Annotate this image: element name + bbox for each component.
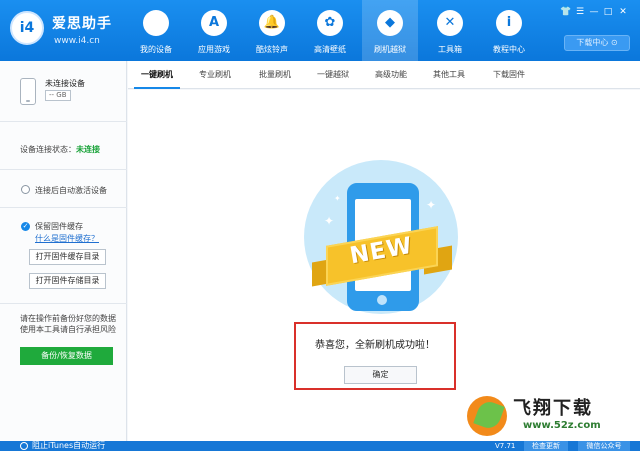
firmware-cache-help-link[interactable]: 什么是固件缓存？: [35, 233, 99, 244]
check-update-button[interactable]: 检查更新: [524, 441, 568, 451]
nav-label: 应用游戏: [198, 45, 230, 54]
nav-label: 我的设备: [140, 45, 172, 54]
watermark-title: 飞翔下载: [513, 398, 593, 419]
tab-batch-flash[interactable]: 批量刷机: [250, 61, 300, 89]
apple-icon: [143, 10, 169, 36]
divider: [0, 303, 127, 304]
nav-label: 刷机越狱: [374, 45, 406, 54]
info-icon: i: [496, 10, 522, 36]
nav-tutorials[interactable]: i 教程中心: [481, 0, 537, 61]
maximize-icon[interactable]: □: [602, 7, 614, 17]
divider: [0, 207, 127, 208]
nav-apps[interactable]: A 应用游戏: [186, 0, 242, 61]
watermark: 飞翔下载 www.52z.com: [465, 390, 635, 440]
sparkle-icon: ✦: [324, 214, 335, 228]
status-bar: 阻止iTunes自动运行 V7.71 检查更新 微信公众号: [0, 441, 640, 451]
open-cache-dir-button[interactable]: 打开固件缓存目录: [29, 249, 106, 265]
flower-icon: ✿: [317, 10, 343, 36]
app-url: www.i4.cn: [54, 36, 100, 46]
nav-label: 教程中心: [493, 45, 525, 54]
download-center-button[interactable]: 下载中心 ⊙: [564, 35, 630, 51]
keep-firmware-check[interactable]: ✓: [21, 222, 30, 231]
wrench-icon: ✕: [437, 10, 463, 36]
tab-download-firmware[interactable]: 下载固件: [484, 61, 534, 89]
keep-firmware-label[interactable]: 保留固件缓存: [35, 221, 83, 232]
backup-restore-button[interactable]: 备份/恢复数据: [20, 347, 113, 365]
tab-pro-flash[interactable]: 专业刷机: [190, 61, 240, 89]
bell-icon: 🔔: [259, 10, 285, 36]
device-capacity-badge: -- GB: [45, 90, 71, 101]
nav-label: 高清壁纸: [314, 45, 346, 54]
block-itunes-radio[interactable]: [20, 442, 28, 450]
tab-other-tools[interactable]: 其他工具: [424, 61, 474, 89]
success-message: 恭喜您，全新刷机成功啦！: [315, 340, 435, 351]
version-label: V7.71: [495, 442, 516, 450]
watermark-url: www.52z.com: [523, 420, 601, 431]
sidebar: 未连接设备 -- GB 设备连接状态： 未连接 连接后自动激活设备 ✓ 保留固件…: [0, 61, 127, 441]
logo-text: i4: [19, 20, 35, 36]
backup-warning: 请在操作前备份好您的数据使用本工具请自行承担风险: [20, 314, 116, 334]
nav-my-device[interactable]: 我的设备: [128, 0, 184, 61]
nav-label: 工具箱: [438, 45, 462, 54]
ok-button[interactable]: 确定: [344, 366, 417, 384]
main-panel: ✦ ✦ ✦ NEW 恭喜您，全新刷机成功啦！ 确定: [128, 90, 640, 441]
divider: [0, 169, 127, 170]
tab-one-click-flash[interactable]: 一键刷机: [134, 61, 180, 89]
divider: [0, 121, 127, 122]
dropbox-icon: ◆: [377, 10, 403, 36]
open-storage-dir-button[interactable]: 打开固件存储目录: [29, 273, 106, 289]
nav-toolbox[interactable]: ✕ 工具箱: [422, 0, 478, 61]
auto-activate-label[interactable]: 连接后自动激活设备: [35, 185, 107, 196]
sparkle-icon: ✦: [334, 194, 341, 203]
auto-activate-radio[interactable]: [21, 185, 30, 194]
connection-status-label: 设备连接状态：: [20, 145, 76, 154]
nav-wallpapers[interactable]: ✿ 高清壁纸: [302, 0, 358, 61]
wechat-button[interactable]: 微信公众号: [578, 441, 630, 451]
device-name: 未连接设备: [45, 79, 85, 88]
block-itunes-label[interactable]: 阻止iTunes自动运行: [32, 441, 105, 451]
nav-flash-jailbreak[interactable]: ◆ 刷机越狱: [362, 0, 418, 61]
app-store-icon: A: [201, 10, 227, 36]
tab-one-click-jailbreak[interactable]: 一键越狱: [308, 61, 358, 89]
home-button: [377, 295, 387, 305]
skin-icon[interactable]: 👕: [560, 7, 572, 17]
tab-bar: 一键刷机 专业刷机 批量刷机 一键越狱 高级功能 其他工具 下载固件: [128, 61, 640, 89]
nav-ringtones[interactable]: 🔔 酷炫铃声: [244, 0, 300, 61]
i4-logo: i4: [10, 11, 44, 45]
sparkle-icon: ✦: [426, 198, 437, 212]
top-bar: i4 爱思助手 www.i4.cn 我的设备 A 应用游戏 🔔 酷炫铃声 ✿ 高…: [0, 0, 640, 61]
menu-icon[interactable]: ☰: [574, 7, 586, 17]
close-icon[interactable]: ✕: [617, 7, 629, 17]
app-brand: 爱思助手: [52, 16, 112, 32]
connection-status-value: 未连接: [76, 145, 100, 154]
success-dialog: 恭喜您，全新刷机成功啦！ 确定: [294, 322, 456, 390]
nav-label: 酷炫铃声: [256, 45, 288, 54]
phone-icon: [20, 78, 36, 105]
minimize-icon[interactable]: —: [588, 7, 600, 17]
tab-advanced[interactable]: 高级功能: [366, 61, 416, 89]
